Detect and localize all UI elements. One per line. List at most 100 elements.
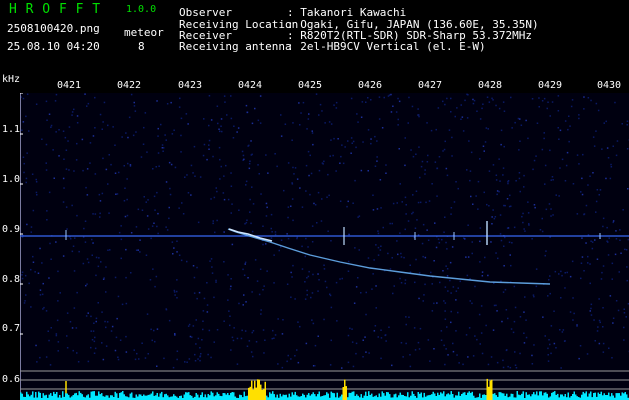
noise-speck xyxy=(470,151,473,154)
noise-speck xyxy=(472,203,474,205)
noise-speck xyxy=(423,294,425,296)
noise-speck xyxy=(603,122,605,124)
noise-speck xyxy=(68,169,70,171)
noise-speck xyxy=(94,213,97,215)
noise-speck xyxy=(523,174,525,177)
noise-speck xyxy=(465,334,468,336)
noise-speck xyxy=(377,230,379,232)
noise-speck xyxy=(327,173,329,176)
noise-speck xyxy=(396,240,398,242)
noise-speck xyxy=(305,237,307,240)
noise-speck xyxy=(382,226,384,229)
noise-speck xyxy=(354,247,356,249)
noise-speck xyxy=(206,282,208,284)
spectrum-bar xyxy=(107,395,109,400)
noise-speck xyxy=(287,162,290,164)
spectrum-bar xyxy=(555,394,557,400)
spectrum-bar xyxy=(378,393,380,400)
noise-speck xyxy=(219,178,221,180)
noise-speck xyxy=(267,172,269,174)
noise-speck xyxy=(301,268,304,270)
spectrum-bar xyxy=(482,394,484,400)
spectrum-bar xyxy=(147,394,149,400)
spectrum-bar xyxy=(264,381,266,400)
noise-speck xyxy=(151,339,153,342)
noise-speck xyxy=(252,203,255,205)
noise-speck xyxy=(262,329,265,331)
noise-speck xyxy=(248,340,251,342)
noise-speck xyxy=(625,249,628,251)
noise-speck xyxy=(45,169,48,171)
noise-speck xyxy=(25,177,28,180)
noise-speck xyxy=(171,241,174,243)
spectrum-bar xyxy=(153,395,155,400)
noise-speck xyxy=(306,128,308,130)
spectrum-bar xyxy=(354,395,356,400)
time-tick: 0425 xyxy=(298,80,323,91)
spectrum-bar xyxy=(197,394,199,400)
noise-speck xyxy=(157,152,160,154)
noise-speck xyxy=(138,358,140,360)
noise-speck xyxy=(440,339,443,341)
spectrum-bar xyxy=(572,394,574,400)
noise-speck xyxy=(90,330,92,332)
noise-speck xyxy=(42,308,44,310)
noise-speck xyxy=(543,132,545,134)
noise-speck xyxy=(323,264,325,266)
noise-speck xyxy=(519,352,521,355)
noise-speck xyxy=(392,292,394,295)
spectrum-bar xyxy=(332,392,334,400)
spectrum-bar xyxy=(308,393,310,400)
spectrum-bar xyxy=(257,379,259,400)
noise-speck xyxy=(326,196,328,198)
noise-speck xyxy=(503,265,505,267)
spectrum-bar xyxy=(167,395,169,400)
spectrum-bar xyxy=(353,391,355,400)
noise-speck xyxy=(87,102,90,105)
spectrum-bar xyxy=(318,391,320,400)
noise-speck xyxy=(173,247,175,249)
noise-speck xyxy=(337,138,339,140)
spectrum-bar xyxy=(624,392,626,400)
noise-speck xyxy=(627,188,629,190)
spectrum-bar xyxy=(293,394,295,400)
noise-speck xyxy=(216,329,219,331)
noise-speck xyxy=(65,168,68,170)
noise-speck xyxy=(173,129,175,131)
noise-speck xyxy=(255,341,258,343)
noise-speck xyxy=(572,297,574,299)
noise-speck xyxy=(107,249,109,251)
noise-speck xyxy=(57,300,59,302)
noise-speck xyxy=(541,217,543,220)
spectrum-bar xyxy=(144,395,146,400)
noise-speck xyxy=(308,270,310,273)
noise-speck xyxy=(445,265,447,267)
noise-speck xyxy=(564,180,567,182)
spectrum-bar xyxy=(210,391,212,400)
freq-unit-label: kHz xyxy=(2,74,21,85)
spectrum-bar xyxy=(227,393,229,400)
noise-speck xyxy=(493,217,496,220)
noise-speck xyxy=(541,148,544,151)
noise-speck xyxy=(100,261,102,263)
noise-speck xyxy=(39,289,42,291)
noise-speck xyxy=(284,123,287,125)
noise-speck xyxy=(523,342,526,344)
noise-speck xyxy=(263,285,265,287)
noise-speck xyxy=(299,325,301,328)
noise-speck xyxy=(502,101,505,103)
spectrum-bar xyxy=(56,392,58,400)
noise-speck xyxy=(372,194,374,196)
spectrum-bar xyxy=(620,395,622,400)
noise-speck xyxy=(442,270,444,272)
noise-speck xyxy=(293,173,295,175)
noise-speck xyxy=(416,219,418,221)
noise-speck xyxy=(404,282,406,285)
noise-speck xyxy=(145,201,147,203)
noise-speck xyxy=(245,180,248,183)
noise-speck xyxy=(443,231,445,233)
noise-speck xyxy=(329,293,331,295)
noise-speck xyxy=(362,141,364,143)
noise-speck xyxy=(246,111,249,114)
noise-speck xyxy=(313,202,315,205)
